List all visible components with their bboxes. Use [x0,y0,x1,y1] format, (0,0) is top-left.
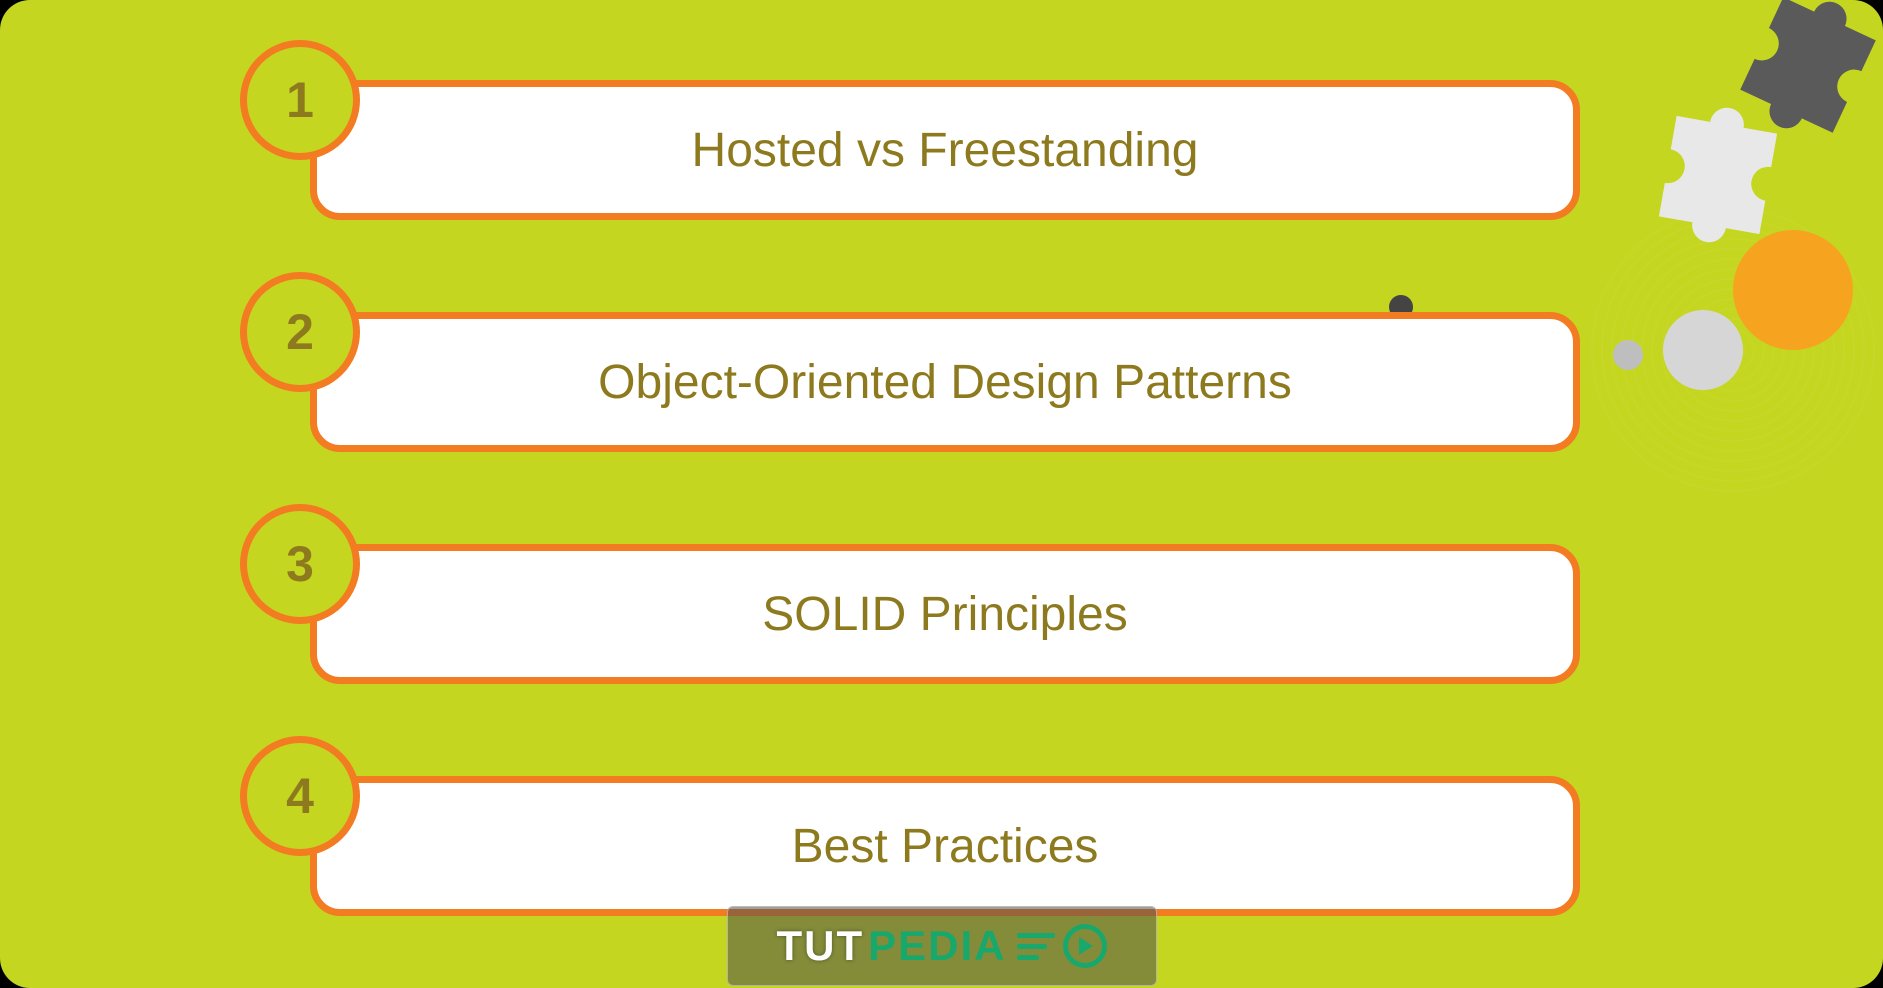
deco-ring-pattern [1583,200,1883,500]
agenda-item-3: 3 SOLID Principles [240,504,1580,684]
agenda-title: Object-Oriented Design Patterns [310,312,1580,452]
agenda-item-2: 2 Object-Oriented Design Patterns [240,272,1580,452]
agenda-title: Hosted vs Freestanding [310,80,1580,220]
logo-text-tut: TUT [776,922,864,970]
agenda-number-badge: 2 [240,272,360,392]
deco-circle-grey-small [1613,340,1643,370]
logo-text-pedia: PEDIA [868,922,1006,970]
agenda-number-badge: 3 [240,504,360,624]
agenda-list: 1 Hosted vs Freestanding 2 Object-Orient… [240,40,1580,916]
agenda-number-badge: 4 [240,736,360,856]
slide: 1 Hosted vs Freestanding 2 Object-Orient… [0,0,1883,988]
agenda-item-4: 4 Best Practices [240,736,1580,916]
agenda-item-1: 1 Hosted vs Freestanding [240,40,1580,220]
deco-circle-orange [1733,230,1853,350]
watermark-logo: TUT PEDIA [727,906,1157,986]
deco-circle-grey-large [1663,310,1743,390]
agenda-title: Best Practices [310,776,1580,916]
agenda-title: SOLID Principles [310,544,1580,684]
logo-speed-lines-icon [1017,933,1055,960]
puzzle-piece-light-icon [1620,77,1817,274]
puzzle-piece-dark-icon [1695,0,1883,178]
play-icon [1063,924,1107,968]
agenda-number-badge: 1 [240,40,360,160]
